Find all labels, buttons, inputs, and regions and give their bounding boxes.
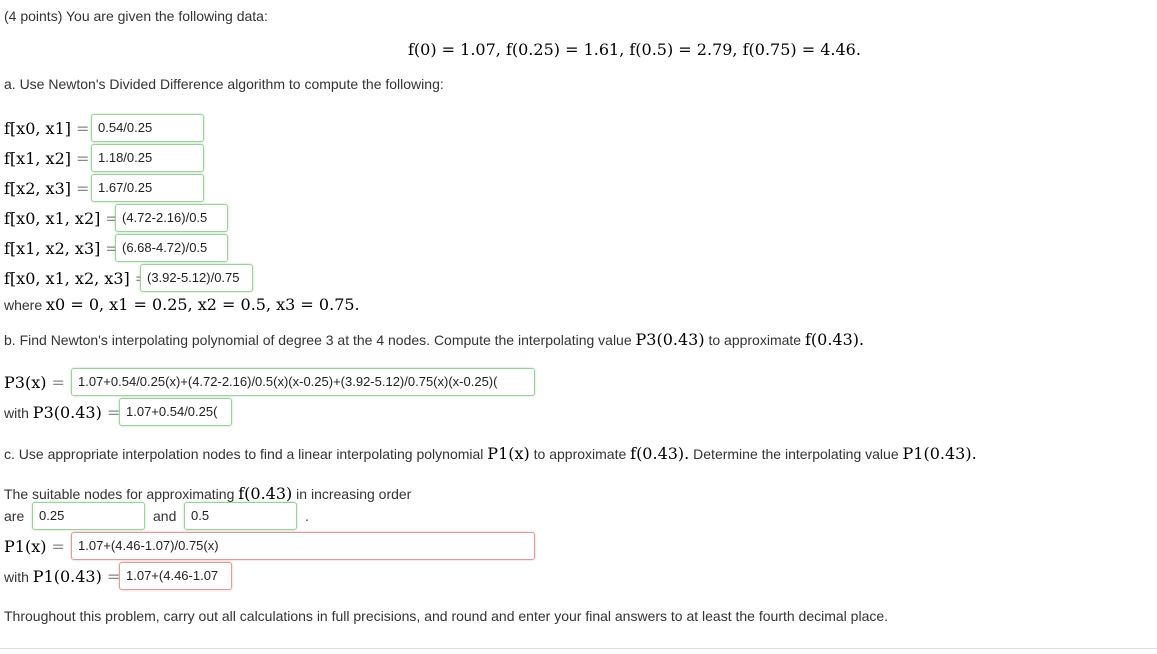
dd-input-01[interactable]: 0.54/0.25 (91, 114, 204, 142)
p1-label: P1(x) = (4, 537, 65, 556)
rounding-note: Throughout this problem, carry out all c… (4, 608, 889, 624)
and-label: and (153, 508, 177, 524)
p3-polynomial-input[interactable]: 1.07+0.54/0.25(x)+(4.72-2.16)/0.5(x)(x-0… (71, 368, 535, 396)
are-label: are (4, 508, 25, 524)
p3-value-label: with P3(0.43) = (4, 403, 121, 422)
dd-label-01: f[x0, x1] = (4, 119, 90, 138)
dd-label-12: f[x1, x2] = (4, 149, 90, 168)
dd-input-23[interactable]: 1.67/0.25 (91, 174, 204, 202)
nodes-prompt: The suitable nodes for approximating f(0… (4, 484, 412, 503)
dd-label-0123: f[x0, x1, x2, x3]= (4, 269, 148, 288)
p1-polynomial-input[interactable]: 1.07+(4.46-1.07)/0.75(x) (71, 532, 535, 560)
dd-input-12[interactable]: 1.18/0.25 (91, 144, 204, 172)
node2-input[interactable]: 0.5 (184, 502, 297, 530)
dd-input-0123[interactable]: (3.92-5.12)/0.75 (140, 264, 253, 292)
node1-input[interactable]: 0.25 (32, 502, 145, 530)
problem-intro: (4 points) You are given the following d… (4, 8, 268, 24)
nodes-definition: where x0 = 0, x1 = 0.25, x2 = 0.5, x3 = … (4, 295, 360, 314)
part-a-prompt: a. Use Newton's Divided Difference algor… (4, 76, 444, 92)
given-data-equation: f(0) = 1.07, f(0.25) = 1.61, f(0.5) = 2.… (408, 40, 861, 59)
dd-label-123: f[x1, x2, x3] = (4, 239, 119, 258)
part-c-prompt: c. Use appropriate interpolation nodes t… (4, 444, 977, 463)
p3-value-input[interactable]: 1.07+0.54/0.25( (119, 398, 232, 426)
dd-label-23: f[x2, x3] = (4, 179, 90, 198)
dd-input-123[interactable]: (6.68-4.72)/0.5 (115, 234, 228, 262)
sentence-period: . (305, 508, 309, 524)
p3-label: P3(x) = (4, 373, 65, 392)
dd-label-012: f[x0, x1, x2] = (4, 209, 119, 228)
divider (0, 648, 1157, 649)
part-b-prompt: b. Find Newton's interpolating polynomia… (4, 330, 865, 349)
dd-input-012[interactable]: (4.72-2.16)/0.5 (115, 204, 228, 232)
p1-value-input[interactable]: 1.07+(4.46-1.07 (119, 562, 232, 590)
p1-value-label: with P1(0.43) = (4, 567, 121, 586)
